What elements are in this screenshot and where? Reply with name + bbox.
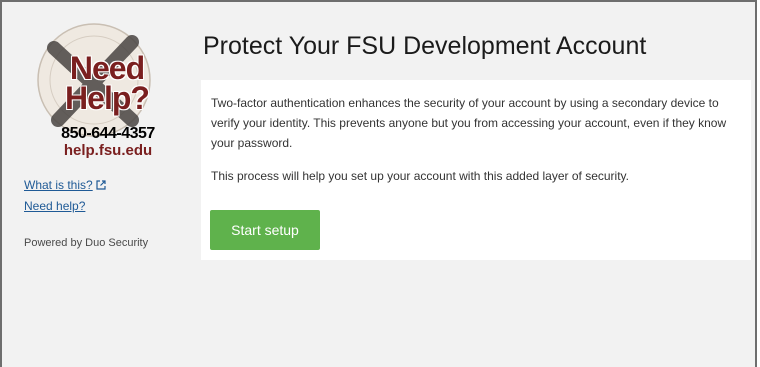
what-is-this-label: What is this?: [24, 178, 93, 192]
help-url: help.fsu.edu: [63, 142, 153, 159]
what-is-this-link[interactable]: What is this?: [24, 178, 106, 193]
start-setup-button[interactable]: Start setup: [210, 210, 320, 250]
external-link-icon: [96, 179, 106, 193]
help-text: Help?: [65, 80, 150, 116]
need-help-link[interactable]: Need help?: [24, 199, 106, 213]
help-phone-number: 850-644-4357: [61, 125, 155, 142]
need-help-logo: Need Help? 850-644-4357 help.fsu.edu: [24, 20, 174, 160]
powered-by-text: Powered by Duo Security: [24, 237, 149, 249]
process-paragraph: This process will help you set up your a…: [211, 169, 629, 183]
sidebar-links: What is this? Need help?: [24, 178, 106, 219]
duo-frame: Need Help? 850-644-4357 help.fsu.edu Wha…: [0, 0, 757, 367]
description-paragraph: Two-factor authentication enhances the s…: [211, 96, 727, 150]
setup-card: Two-factor authentication enhances the s…: [201, 80, 751, 260]
page-title: Protect Your FSU Development Account: [203, 32, 647, 60]
